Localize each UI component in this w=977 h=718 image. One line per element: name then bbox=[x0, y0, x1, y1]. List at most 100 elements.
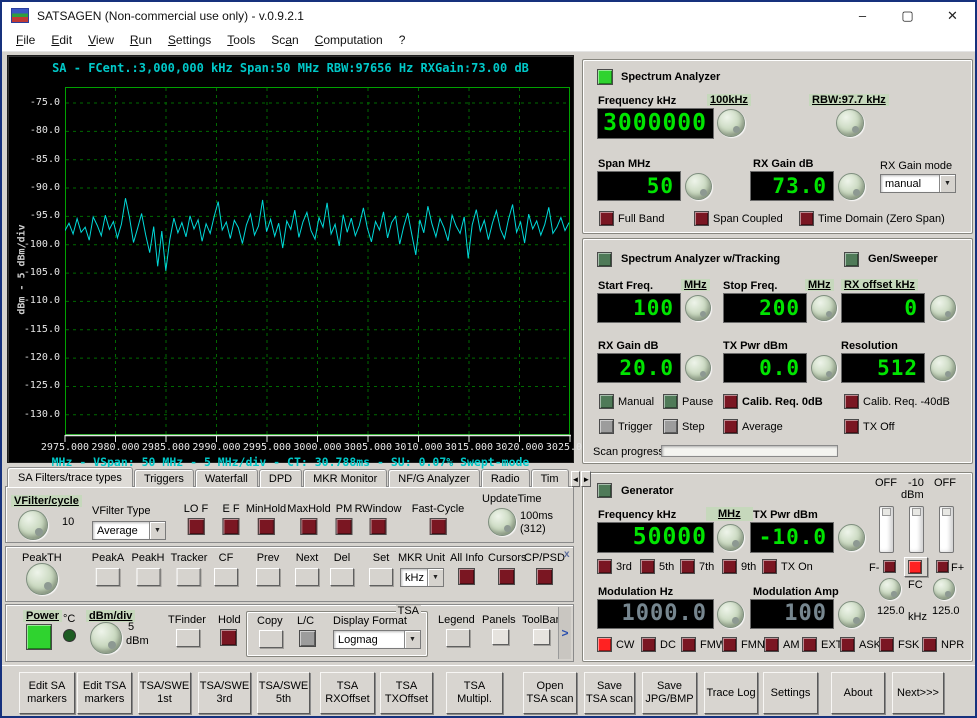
lc-indicator[interactable] bbox=[299, 630, 316, 647]
dbm-div-knob[interactable] bbox=[90, 622, 122, 654]
menu-item-tools[interactable]: Tools bbox=[219, 31, 263, 49]
t-rxgain-knob[interactable] bbox=[685, 355, 711, 381]
power-link[interactable]: Power bbox=[23, 610, 63, 622]
minimize-icon[interactable]: – bbox=[840, 2, 885, 29]
legend-button[interactable] bbox=[446, 629, 470, 647]
filter-fast-cycle-indicator[interactable] bbox=[429, 518, 447, 535]
vfilter-cycle-knob[interactable] bbox=[18, 510, 48, 540]
tracking-calib-req-0db-indicator[interactable] bbox=[723, 394, 738, 409]
vfilter-type-select[interactable]: Average ▼ bbox=[92, 521, 166, 540]
gen-unit-link[interactable]: MHz bbox=[706, 507, 753, 521]
gen-3rd-indicator[interactable] bbox=[597, 559, 612, 574]
mod-amp-display[interactable]: 100 bbox=[750, 599, 834, 629]
filter-rwindow-indicator[interactable] bbox=[369, 518, 387, 535]
peakh-button[interactable] bbox=[136, 568, 160, 586]
gen-mode-ext-indicator[interactable] bbox=[802, 637, 817, 652]
all-info-indicator[interactable] bbox=[458, 568, 475, 585]
start-freq-display[interactable]: 100 bbox=[597, 293, 681, 323]
t-resolution-knob[interactable] bbox=[930, 355, 956, 381]
stop-freq-display[interactable]: 200 bbox=[723, 293, 807, 323]
gen-mode-fsk-indicator[interactable] bbox=[879, 637, 894, 652]
mod-hz-display[interactable]: 1000.0 bbox=[597, 599, 714, 629]
t-rxgain-display[interactable]: 20.0 bbox=[597, 353, 681, 383]
menu-item-view[interactable]: View bbox=[80, 31, 122, 49]
sa-rxgain-mode-select[interactable]: manual ▼ bbox=[880, 174, 956, 193]
gen-sweeper-enable-indicator[interactable] bbox=[844, 252, 859, 267]
sa-rxgain-display[interactable]: 73.0 bbox=[750, 171, 834, 201]
edit-sa-markers-button[interactable]: Edit SA markers bbox=[19, 672, 75, 714]
gen-mode-dc-indicator[interactable] bbox=[641, 637, 656, 652]
sa-time-domain-zero-span-indicator[interactable] bbox=[799, 211, 814, 226]
sa-frequency-knob[interactable] bbox=[717, 109, 745, 137]
start-freq-unit-link[interactable]: MHz bbox=[681, 279, 710, 291]
sa-rbw-knob[interactable] bbox=[836, 109, 864, 137]
gen-frequency-knob[interactable] bbox=[717, 524, 744, 551]
tab-mkr-monitor[interactable]: MKR Monitor bbox=[303, 469, 388, 487]
gen-txpwr-display[interactable]: -10.0 bbox=[750, 522, 834, 553]
gen-mode-npr-indicator[interactable] bbox=[922, 637, 937, 652]
tracker-button[interactable] bbox=[177, 568, 201, 586]
filter-e-f-indicator[interactable] bbox=[222, 518, 240, 535]
gen-level-slider-1[interactable] bbox=[879, 506, 894, 553]
cp-psd-indicator[interactable] bbox=[536, 568, 553, 585]
spectrum-trace-canvas[interactable] bbox=[65, 87, 570, 435]
tab-sa-filters-trace-types[interactable]: SA Filters/trace types bbox=[7, 467, 133, 487]
spectrum-analyzer-enable-indicator[interactable] bbox=[597, 69, 613, 85]
sa-span-display[interactable]: 50 bbox=[597, 171, 681, 201]
gen-mode-fmn-indicator[interactable] bbox=[722, 637, 737, 652]
tracking-pause-indicator[interactable] bbox=[663, 394, 678, 409]
save-tsa-scan-button[interactable]: Save TSA scan bbox=[584, 672, 635, 714]
f-step-right-knob[interactable] bbox=[933, 578, 955, 600]
settings-button[interactable]: Settings bbox=[763, 672, 818, 714]
copy-button[interactable] bbox=[259, 630, 283, 648]
filter-lo-f-indicator[interactable] bbox=[187, 518, 205, 535]
maximize-icon[interactable]: ▢ bbox=[885, 2, 930, 29]
menu-item-settings[interactable]: Settings bbox=[160, 31, 219, 49]
tsa-swe-3rd-button[interactable]: TSA/SWE 3rd bbox=[198, 672, 251, 714]
peakth-knob[interactable] bbox=[26, 563, 58, 595]
t-resolution-display[interactable]: 512 bbox=[841, 353, 925, 383]
rx-offset-knob[interactable] bbox=[930, 295, 956, 321]
filter-pm-indicator[interactable] bbox=[335, 518, 353, 535]
filter-minhold-indicator[interactable] bbox=[257, 518, 275, 535]
tab-triggers[interactable]: Triggers bbox=[133, 469, 194, 487]
trace-log-button[interactable]: Trace Log bbox=[704, 672, 758, 714]
tab-dpd[interactable]: DPD bbox=[258, 469, 303, 487]
mod-hz-knob[interactable] bbox=[717, 601, 744, 628]
close-icon[interactable]: x bbox=[564, 549, 570, 560]
close-icon[interactable]: ✕ bbox=[930, 2, 975, 29]
gen-mode-ask-indicator[interactable] bbox=[840, 637, 855, 652]
menu-item-help[interactable]: ? bbox=[391, 31, 414, 49]
fc-indicator[interactable] bbox=[908, 560, 922, 574]
menu-item-computation[interactable]: Computation bbox=[307, 31, 391, 49]
gen-level-slider-3[interactable] bbox=[939, 506, 954, 553]
gen-txpwr-knob[interactable] bbox=[838, 524, 865, 551]
tab-waterfall[interactable]: Waterfall bbox=[194, 469, 258, 487]
vfilter-cycle-link[interactable]: VFilter/cycle bbox=[11, 495, 82, 507]
power-indicator[interactable] bbox=[26, 624, 52, 650]
save-jpg-bmp-button[interactable]: Save JPG/BMP bbox=[642, 672, 697, 714]
open-tsa-scan-button[interactable]: Open TSA scan bbox=[523, 672, 577, 714]
edit-tsa-markers-button[interactable]: Edit TSA markers bbox=[77, 672, 132, 714]
sa-span-knob[interactable] bbox=[685, 173, 712, 200]
gen-mode-cw-indicator[interactable] bbox=[597, 637, 612, 652]
stop-freq-unit-link[interactable]: MHz bbox=[805, 279, 834, 291]
del-button[interactable] bbox=[330, 568, 354, 586]
tfinder-button[interactable] bbox=[176, 629, 200, 647]
tsa-multipl-button[interactable]: TSA Multipl. bbox=[446, 672, 503, 714]
sa-full-band-indicator[interactable] bbox=[599, 211, 614, 226]
set-button[interactable] bbox=[369, 568, 393, 586]
f-step-left-knob[interactable] bbox=[879, 578, 901, 600]
sa-span-coupled-indicator[interactable] bbox=[694, 211, 709, 226]
prev-button[interactable] bbox=[256, 568, 280, 586]
start-freq-knob[interactable] bbox=[685, 295, 711, 321]
tab-radio[interactable]: Radio bbox=[480, 469, 530, 487]
sa-step-link[interactable]: 100kHz bbox=[707, 94, 751, 106]
peaka-button[interactable] bbox=[95, 568, 120, 586]
cf-button[interactable] bbox=[214, 568, 238, 586]
mkr-unit-select[interactable]: kHz ▼ bbox=[400, 568, 444, 587]
tab-tim[interactable]: Tim bbox=[530, 469, 569, 487]
tab-scroll-right-icon[interactable]: ► bbox=[581, 471, 592, 487]
gen-5th-indicator[interactable] bbox=[640, 559, 655, 574]
update-time-knob[interactable] bbox=[488, 508, 516, 536]
